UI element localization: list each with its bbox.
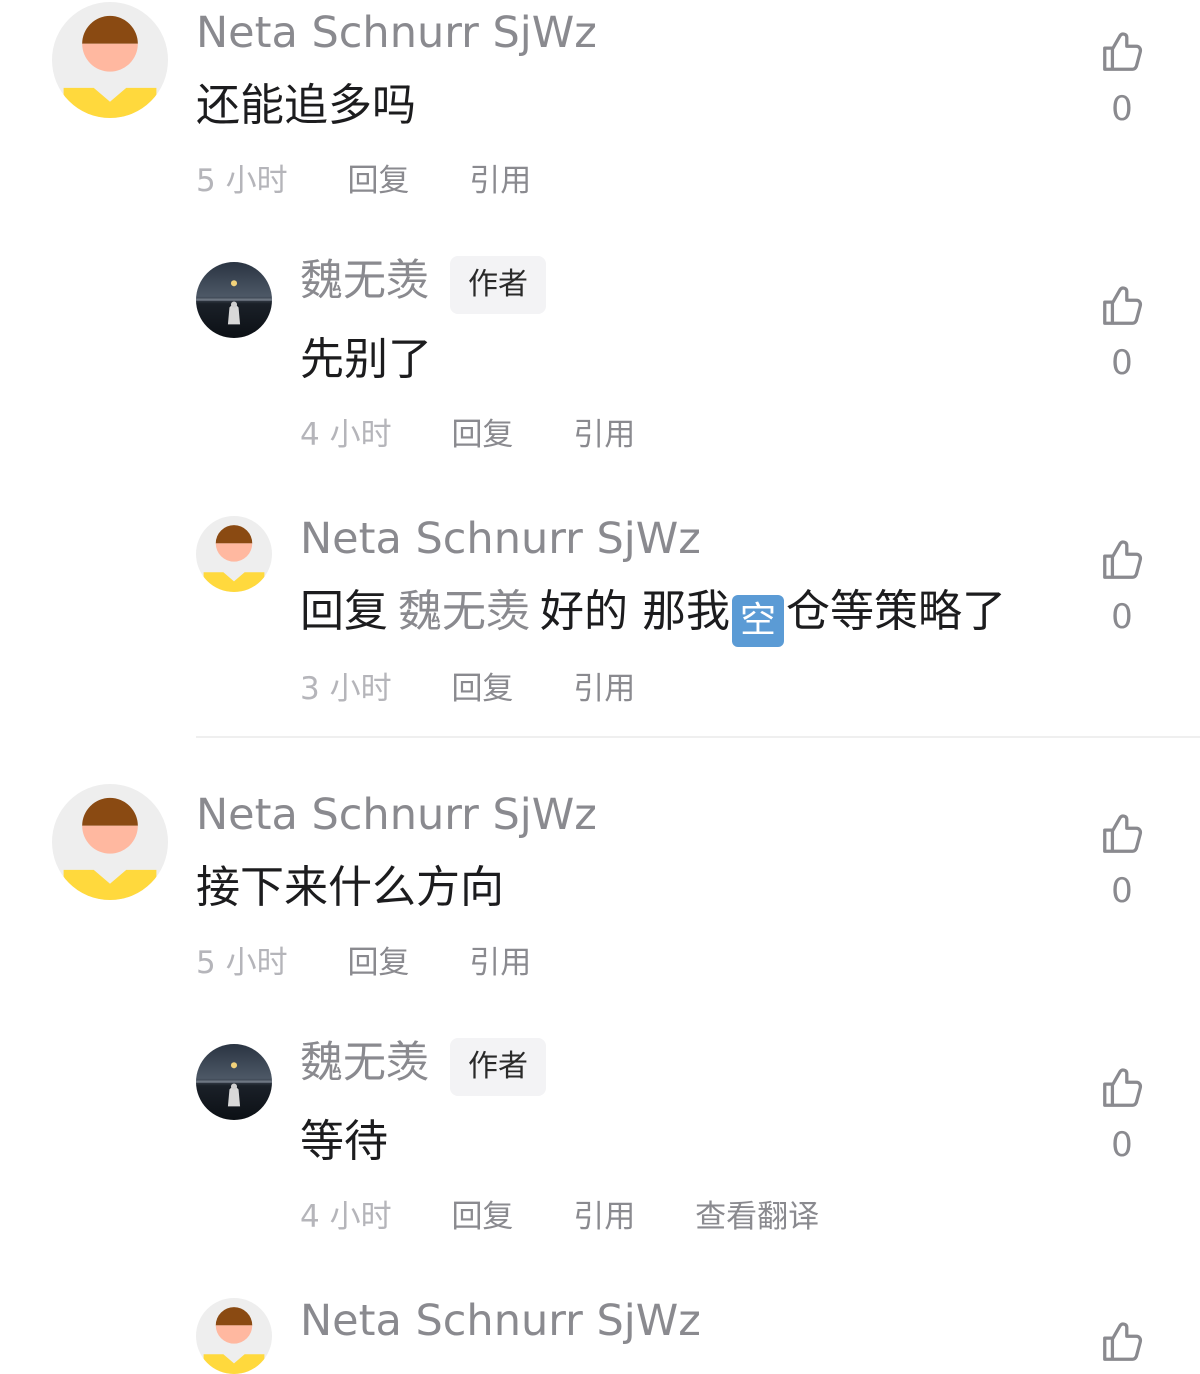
- comment-meta: 5 小时 回复 引用: [196, 948, 531, 979]
- avatar[interactable]: [196, 1044, 272, 1120]
- reply-text-part: 好的 那我: [540, 586, 730, 637]
- reply-target-name[interactable]: 魏无羡: [398, 586, 530, 637]
- divider: [196, 736, 1200, 738]
- reply-text: 等待: [300, 1116, 388, 1167]
- like-button[interactable]: 0: [1096, 1064, 1148, 1162]
- comment-timestamp: 5 小时: [196, 163, 288, 199]
- quote-button[interactable]: 引用: [573, 417, 635, 453]
- avatar[interactable]: [196, 262, 272, 338]
- empty-emoji: 空: [732, 595, 784, 647]
- comment-timestamp: 5 小时: [196, 945, 288, 981]
- reply-button[interactable]: 回复: [347, 945, 409, 981]
- avatar[interactable]: [196, 1298, 272, 1374]
- thumbs-up-icon: [1099, 282, 1145, 330]
- comment-text: 还能追多吗: [196, 80, 416, 131]
- like-button[interactable]: 0: [1096, 282, 1148, 380]
- comment-text: 接下来什么方向: [196, 862, 504, 913]
- like-count: 0: [1111, 597, 1133, 637]
- author-badge: 作者: [450, 1038, 546, 1096]
- quote-button[interactable]: 引用: [469, 945, 531, 981]
- reply-author-name[interactable]: Neta Schnurr SjWz: [300, 1300, 701, 1343]
- translate-button[interactable]: 查看翻译: [695, 1199, 819, 1235]
- quote-button[interactable]: 引用: [573, 671, 635, 707]
- reply-button[interactable]: 回复: [451, 417, 513, 453]
- like-count: 0: [1111, 1125, 1133, 1165]
- reply-prefix: 回复: [300, 586, 388, 637]
- author-badge: 作者: [450, 256, 546, 314]
- reply-button[interactable]: 回复: [451, 1199, 513, 1235]
- comment-meta: 5 小时 回复 引用: [196, 166, 531, 197]
- thumbs-up-icon: [1099, 536, 1145, 584]
- reply-meta: 4 小时 回复 引用 查看翻译: [300, 1202, 819, 1233]
- avatar[interactable]: [52, 2, 168, 118]
- thumbs-up-icon: [1099, 1318, 1145, 1366]
- like-button[interactable]: 0: [1096, 536, 1148, 634]
- like-button[interactable]: 0: [1096, 810, 1148, 908]
- avatar[interactable]: [52, 784, 168, 900]
- comment-author-name[interactable]: Neta Schnurr SjWz: [196, 794, 597, 837]
- thumbs-up-icon: [1099, 810, 1145, 858]
- reply-button[interactable]: 回复: [347, 163, 409, 199]
- reply-author-name[interactable]: 魏无羡: [300, 1042, 429, 1085]
- like-button[interactable]: 0: [1096, 28, 1148, 126]
- like-count: 0: [1111, 343, 1133, 383]
- reply-text-part: 仓等策略了: [786, 586, 1006, 637]
- quote-button[interactable]: 引用: [469, 163, 531, 199]
- avatar[interactable]: [196, 516, 272, 592]
- reply-meta: 4 小时 回复 引用: [300, 420, 635, 451]
- thumbs-up-icon: [1099, 1064, 1145, 1112]
- reply-timestamp: 4 小时: [300, 1199, 392, 1235]
- reply-button[interactable]: 回复: [451, 671, 513, 707]
- reply-text: 先别了: [300, 334, 432, 385]
- reply-timestamp: 4 小时: [300, 417, 392, 453]
- thumbs-up-icon: [1099, 28, 1145, 76]
- like-button[interactable]: [1096, 1318, 1148, 1366]
- reply-text: 回复 魏无羡 好的 那我空仓等策略了: [300, 590, 1006, 647]
- quote-button[interactable]: 引用: [573, 1199, 635, 1235]
- reply-author-name[interactable]: 魏无羡: [300, 260, 429, 303]
- reply-timestamp: 3 小时: [300, 671, 392, 707]
- like-count: 0: [1111, 89, 1133, 129]
- like-count: 0: [1111, 871, 1133, 911]
- reply-meta: 3 小时 回复 引用: [300, 674, 635, 705]
- reply-author-name[interactable]: Neta Schnurr SjWz: [300, 518, 701, 561]
- comment-author-name[interactable]: Neta Schnurr SjWz: [196, 12, 597, 55]
